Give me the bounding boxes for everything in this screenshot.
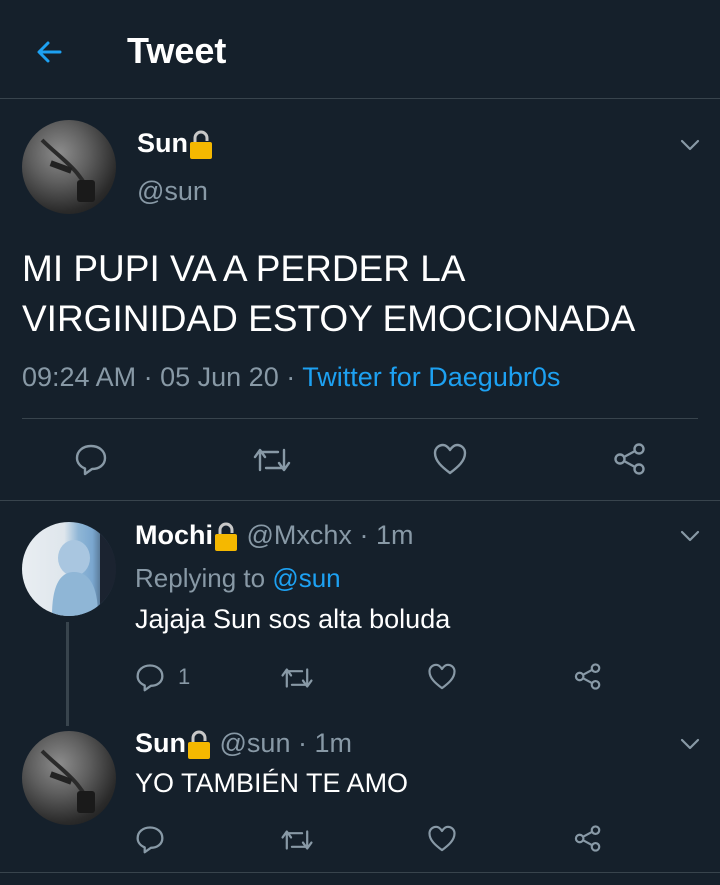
lock-icon bbox=[186, 729, 212, 761]
reply-thread-line bbox=[66, 622, 69, 726]
share-icon[interactable] bbox=[573, 824, 603, 853]
chevron-down-icon[interactable] bbox=[679, 733, 701, 755]
chevron-down-icon[interactable] bbox=[679, 525, 701, 547]
tweet-meta: 09:24 AM · 05 Jun 20 · Twitter for Daegu… bbox=[22, 362, 560, 393]
section-divider bbox=[0, 500, 720, 501]
reply-age: 1m bbox=[375, 520, 414, 550]
reply-text: Jajaja Sun sos alta boluda bbox=[135, 604, 451, 634]
handle[interactable]: @sun bbox=[137, 176, 208, 207]
lock-icon bbox=[213, 521, 239, 553]
avatar[interactable] bbox=[22, 120, 116, 214]
retweet-icon[interactable] bbox=[280, 664, 314, 692]
chain-necklace-image bbox=[40, 138, 95, 202]
bottom-divider bbox=[0, 872, 720, 873]
chain-necklace-image bbox=[40, 749, 95, 813]
source-link[interactable]: Twitter for Daegubr0s bbox=[302, 362, 560, 392]
arrow-left-icon bbox=[37, 41, 62, 63]
display-name[interactable]: Mochi bbox=[135, 520, 213, 550]
reply-icon[interactable] bbox=[135, 824, 165, 854]
reply-icon[interactable] bbox=[135, 662, 165, 692]
display-name[interactable]: Sun bbox=[137, 128, 188, 158]
share-icon[interactable] bbox=[573, 662, 603, 691]
meta-divider bbox=[22, 418, 698, 419]
display-name[interactable]: Sun bbox=[135, 728, 186, 758]
page-title: Tweet bbox=[127, 30, 227, 71]
heart-icon[interactable] bbox=[427, 824, 457, 853]
retweet-icon[interactable] bbox=[252, 444, 292, 476]
date: 05 Jun 20 bbox=[160, 362, 279, 392]
share-icon[interactable] bbox=[612, 442, 648, 476]
separator: · bbox=[143, 362, 153, 392]
heart-icon[interactable] bbox=[427, 662, 457, 691]
handle[interactable]: @sun bbox=[220, 728, 291, 758]
reply-count: 1 bbox=[178, 664, 191, 689]
avatar[interactable] bbox=[22, 731, 116, 825]
separator: · bbox=[297, 728, 307, 758]
back-button[interactable] bbox=[30, 32, 70, 72]
lock-icon bbox=[188, 129, 214, 161]
hoodie-figure-image bbox=[52, 522, 116, 616]
avatar[interactable] bbox=[22, 522, 116, 616]
display-name-row: Sun bbox=[137, 128, 214, 161]
timestamp: 09:24 AM bbox=[22, 362, 137, 392]
chevron-down-icon[interactable] bbox=[679, 134, 701, 156]
reply-header: Mochi @Mxchx · 1m bbox=[135, 520, 413, 553]
heart-icon[interactable] bbox=[432, 442, 468, 476]
handle[interactable]: @Mxchx bbox=[247, 520, 352, 550]
reply-text: YO TAMBIÉN TE AMO bbox=[135, 768, 409, 798]
tweet-text-line: MI PUPI VA A PERDER LA bbox=[22, 248, 466, 289]
replying-to-handle[interactable]: @sun bbox=[272, 563, 340, 593]
reply-icon[interactable] bbox=[74, 442, 108, 476]
separator: · bbox=[359, 520, 369, 550]
replying-to-label: Replying to bbox=[135, 563, 266, 593]
tweet-text: MI PUPI VA A PERDER LA VIRGINIDAD ESTOY … bbox=[22, 244, 635, 344]
replying-to: Replying to @sun bbox=[135, 563, 341, 594]
reply-age: 1m bbox=[314, 728, 353, 758]
tweet-text-line: VIRGINIDAD ESTOY EMOCIONADA bbox=[22, 298, 636, 339]
reply-header: Sun @sun · 1m bbox=[135, 728, 352, 761]
header-divider bbox=[0, 98, 720, 99]
retweet-icon[interactable] bbox=[280, 826, 314, 854]
separator: · bbox=[286, 362, 296, 392]
